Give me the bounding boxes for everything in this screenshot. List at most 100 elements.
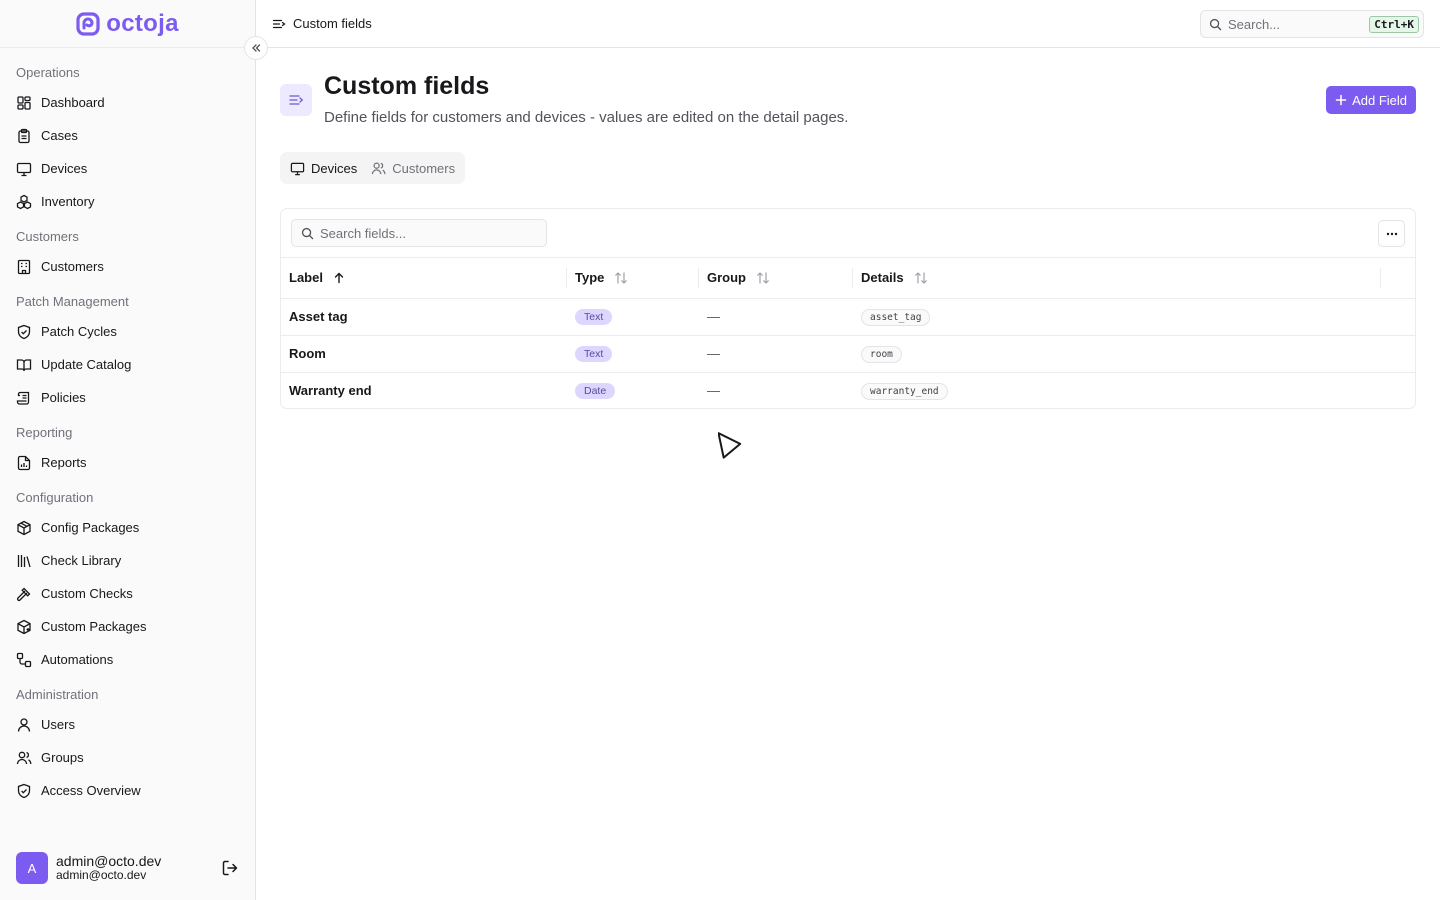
user-name: admin@octo.dev (56, 853, 162, 870)
cell-group: — (707, 383, 720, 399)
building-icon (17, 259, 31, 274)
sidebar-item-label: Config Packages (41, 520, 140, 535)
sidebar-item-automations[interactable]: Automations (0, 643, 255, 676)
hammer-icon (16, 587, 31, 601)
sidebar-item-label: Cases (41, 128, 78, 143)
workflow-icon (16, 652, 32, 667)
sidebar-item-cases[interactable]: Cases (0, 119, 255, 152)
boxes-icon (16, 194, 32, 209)
fields-table-card: Search fields... Label Type Group Detail… (280, 208, 1416, 409)
plus-icon (1335, 94, 1347, 106)
sidebar-item-label: Access Overview (41, 783, 141, 798)
more-options-button[interactable] (1378, 220, 1405, 247)
cell-group: — (699, 335, 853, 373)
sidebar-item-label: Devices (41, 161, 88, 176)
sort-icon (615, 272, 628, 284)
type-badge: Date (575, 383, 616, 400)
mouse-cursor-icon (718, 432, 742, 459)
tab-devices[interactable]: Devices (283, 155, 364, 181)
page-subtitle: Define fields for customers and devices … (324, 109, 849, 126)
sidebar-item-label: Users (41, 717, 75, 732)
sidebar-item-label: Groups (41, 750, 84, 765)
sidebar-item-label: Inventory (41, 194, 95, 209)
cell-actions (1381, 372, 1415, 408)
sidebar-item-label: Custom Checks (41, 586, 133, 601)
type-badge: Text (575, 346, 613, 362)
sidebar-item-devices[interactable]: Devices (0, 152, 255, 185)
sidebar-item-reports[interactable]: Reports (0, 446, 255, 479)
text-cursor-icon (272, 19, 286, 28)
table-toolbar: Search fields... (281, 209, 1415, 258)
nav-group-reporting: Reporting (16, 425, 73, 440)
search-icon (1209, 18, 1222, 30)
sidebar-item-custom-packages[interactable]: Custom Packages (0, 610, 255, 643)
sidebar-item-access-overview[interactable]: Access Overview (0, 774, 255, 807)
cell-actions (1381, 335, 1415, 373)
sidebar-nav: Operations Dashboard Cases Devices Inven… (0, 48, 255, 807)
sidebar-item-label: Patch Cycles (41, 324, 117, 339)
monitor-icon (16, 162, 32, 176)
topbar: Custom fields Search... Ctrl+K (256, 0, 1440, 48)
add-field-button[interactable]: Add Field (1326, 86, 1416, 114)
sidebar-item-policies[interactable]: Policies (0, 381, 255, 414)
logout-icon[interactable] (221, 859, 239, 877)
cell-type: Date (567, 372, 699, 408)
sidebar-item-dashboard[interactable]: Dashboard (0, 86, 255, 119)
breadcrumb-current[interactable]: Custom fields (293, 16, 372, 31)
dashboard-icon (17, 95, 31, 110)
column-header-details[interactable]: Details (853, 258, 1381, 299)
sidebar-item-customers[interactable]: Customers (0, 250, 255, 283)
more-horizontal-icon (1386, 232, 1397, 235)
users-icon (16, 751, 32, 764)
shield-check-icon (17, 324, 31, 339)
table-row[interactable]: Asset tag Text — asset_tag (281, 298, 1415, 336)
book-open-icon (16, 358, 32, 371)
arrow-up-icon (334, 272, 344, 283)
cell-group: — (699, 298, 853, 336)
cell-details: asset_tag (853, 298, 1381, 336)
sidebar-item-check-library[interactable]: Check Library (0, 544, 255, 577)
sidebar: octoja Operations Dashboard Cases Device… (0, 0, 256, 900)
entity-tabs: Devices Customers (280, 152, 466, 184)
column-header-group[interactable]: Group (699, 258, 853, 299)
global-search-placeholder: Search... (1228, 16, 1281, 32)
page-icon (280, 84, 312, 116)
user-info: admin@octo.dev admin@octo.dev (56, 853, 213, 883)
sort-icon (914, 272, 927, 284)
table-row[interactable]: Room Text — room (281, 335, 1415, 373)
sidebar-item-label: Dashboard (41, 95, 105, 110)
fields-table: Label Type Group Details Asset tag Text … (281, 258, 1415, 408)
sidebar-item-label: Automations (41, 652, 114, 667)
collapse-sidebar-button[interactable] (244, 36, 268, 60)
library-icon (17, 554, 31, 567)
sidebar-item-groups[interactable]: Groups (0, 741, 255, 774)
cell-type: Text (567, 298, 699, 336)
column-header-type[interactable]: Type (567, 258, 699, 299)
sidebar-item-custom-checks[interactable]: Custom Checks (0, 577, 255, 610)
sidebar-item-patch-cycles[interactable]: Patch Cycles (0, 315, 255, 348)
user-icon (17, 717, 31, 732)
logo-icon (76, 11, 100, 36)
sidebar-item-update-catalog[interactable]: Update Catalog (0, 348, 255, 381)
field-key-badge: room (861, 345, 902, 363)
global-search[interactable]: Search... Ctrl+K (1200, 10, 1424, 38)
logo[interactable]: octoja (0, 0, 255, 48)
user-profile[interactable]: A admin@octo.dev admin@octo.dev (0, 836, 255, 900)
nav-group-administration: Administration (16, 687, 99, 702)
breadcrumb: Custom fields (272, 16, 372, 31)
tab-customers[interactable]: Customers (364, 155, 462, 181)
shortcut-badge: Ctrl+K (1369, 15, 1419, 33)
field-search-input[interactable]: Search fields... (291, 219, 547, 247)
column-header-label[interactable]: Label (281, 258, 567, 299)
tab-label: Customers (392, 160, 456, 176)
sort-icon (757, 272, 769, 284)
sidebar-item-label: Custom Packages (41, 619, 147, 634)
sidebar-item-users[interactable]: Users (0, 708, 255, 741)
nav-group-patch-management: Patch Management (16, 294, 129, 309)
sidebar-item-config-packages[interactable]: Config Packages (0, 511, 255, 544)
column-header-actions (1381, 258, 1415, 299)
sidebar-item-inventory[interactable]: Inventory (0, 185, 255, 218)
add-field-label: Add Field (1352, 92, 1407, 108)
nav-group-customers: Customers (16, 229, 79, 244)
table-row[interactable]: Warranty end Date — warranty_end (281, 372, 1415, 408)
